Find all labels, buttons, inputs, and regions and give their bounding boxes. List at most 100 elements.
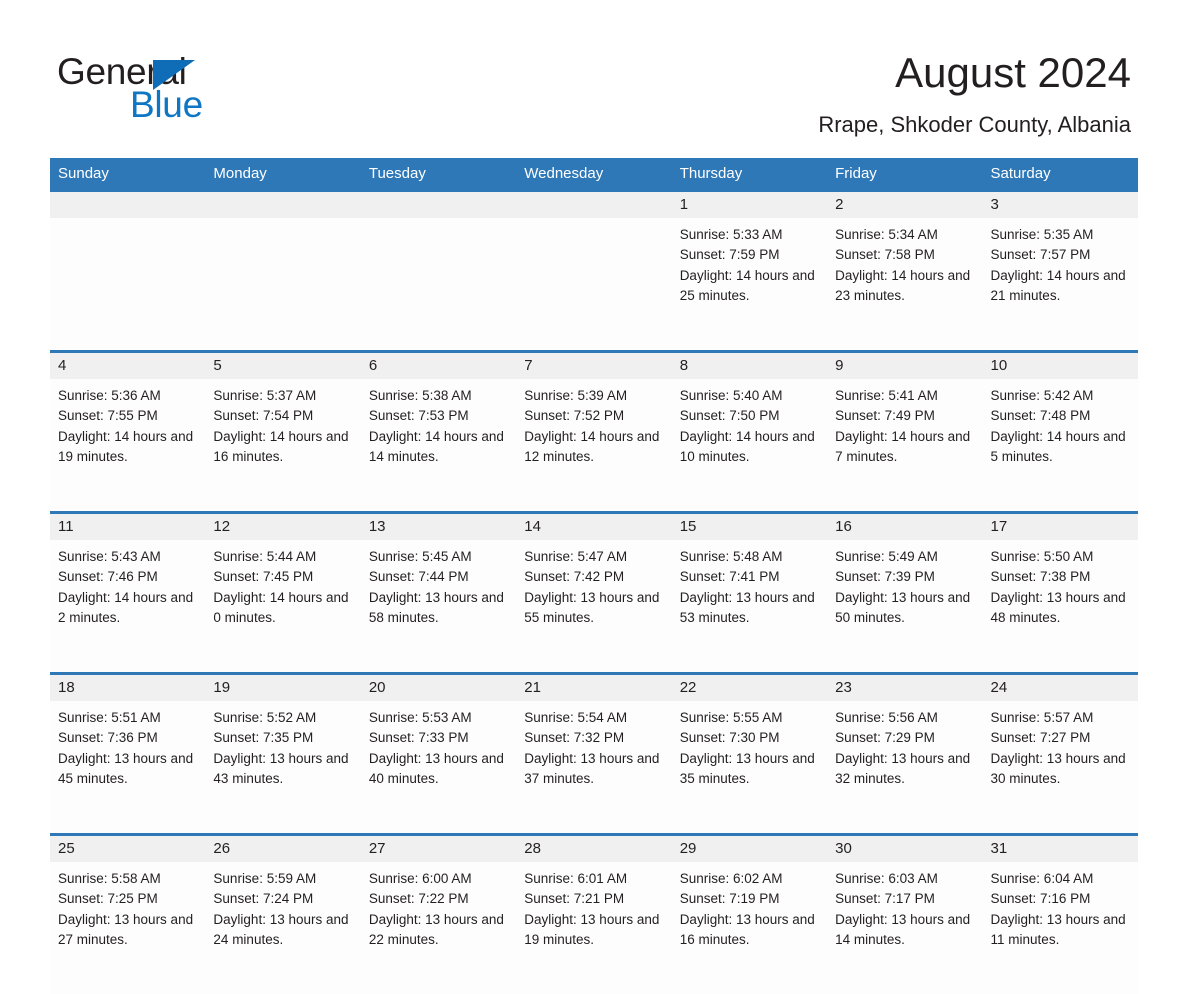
sunset-text: Sunset: 7:35 PM: [213, 730, 314, 746]
day-cell[interactable]: Sunrise: 6:03 AM Sunset: 7:17 PM Dayligh…: [827, 862, 983, 994]
sunset-text: Sunset: 7:32 PM: [524, 730, 625, 746]
day-cell[interactable]: Sunrise: 5:59 AM Sunset: 7:24 PM Dayligh…: [205, 862, 361, 994]
day-cell[interactable]: Sunrise: 5:41 AM Sunset: 7:49 PM Dayligh…: [827, 379, 983, 511]
weekday-header-tuesday: Tuesday: [368, 165, 426, 182]
daylight-text: Daylight: 13 hours and 14 minutes.: [835, 911, 971, 948]
day-cell[interactable]: Sunrise: 5:47 AM Sunset: 7:42 PM Dayligh…: [516, 540, 672, 672]
daylight-text: Daylight: 13 hours and 53 minutes.: [679, 589, 815, 626]
weekday-header-saturday: Saturday: [990, 165, 1051, 182]
day-cell[interactable]: Sunrise: 5:40 AM Sunset: 7:50 PM Dayligh…: [671, 379, 828, 511]
daylight-text: Daylight: 14 hours and 12 minutes.: [524, 428, 660, 465]
calendar-grid: Sunday Monday Tuesday Wednesday Thursday…: [50, 158, 1138, 994]
daylight-text: Daylight: 14 hours and 10 minutes.: [679, 428, 815, 465]
sunset-text: Sunset: 7:44 PM: [368, 569, 469, 585]
weekday-header-wednesday: Wednesday: [524, 165, 604, 182]
day-cell[interactable]: Sunrise: 5:45 AM Sunset: 7:44 PM Dayligh…: [360, 540, 517, 672]
calendar-week-row: 18 19 20 21 22 23 24 Sunrise: 5:51 AM Su…: [50, 672, 1138, 833]
day-number: 20: [368, 679, 386, 696]
sunset-text: Sunset: 7:49 PM: [835, 408, 935, 424]
sunrise-text: Sunrise: 5:36 AM: [58, 388, 161, 403]
day-cell[interactable]: Sunrise: 5:52 AM Sunset: 7:35 PM Dayligh…: [205, 701, 361, 833]
day-cell[interactable]: Sunrise: 5:55 AM Sunset: 7:30 PM Dayligh…: [671, 701, 828, 833]
day-cell[interactable]: Sunrise: 5:53 AM Sunset: 7:33 PM Dayligh…: [360, 701, 517, 833]
week-daynumber-band: 1 2 3: [50, 192, 1138, 218]
day-number: 30: [835, 840, 852, 857]
day-number: 31: [990, 840, 1008, 857]
day-number: 19: [213, 679, 231, 696]
day-cell[interactable]: Sunrise: 5:51 AM Sunset: 7:36 PM Dayligh…: [50, 701, 206, 833]
day-cell[interactable]: Sunrise: 5:56 AM Sunset: 7:29 PM Dayligh…: [827, 701, 983, 833]
sunrise-text: Sunrise: 5:53 AM: [368, 710, 472, 725]
daylight-text: Daylight: 14 hours and 21 minutes.: [990, 267, 1126, 304]
day-cell[interactable]: Sunrise: 5:39 AM Sunset: 7:52 PM Dayligh…: [516, 379, 672, 511]
day-number: 26: [213, 840, 231, 857]
daylight-text: Daylight: 13 hours and 45 minutes.: [58, 750, 194, 787]
day-cell[interactable]: Sunrise: 5:34 AM Sunset: 7:58 PM Dayligh…: [827, 218, 983, 350]
day-number: 3: [990, 196, 999, 213]
day-cell[interactable]: Sunrise: 6:00 AM Sunset: 7:22 PM Dayligh…: [360, 862, 517, 994]
sunrise-text: Sunrise: 5:40 AM: [679, 388, 783, 403]
sunrise-text: Sunrise: 5:41 AM: [835, 388, 938, 403]
day-cell[interactable]: [205, 218, 361, 350]
day-cell[interactable]: Sunrise: 5:42 AM Sunset: 7:48 PM Dayligh…: [982, 379, 1138, 511]
page-masthead: General Blue August 2024 Rrape, Shkoder …: [0, 0, 1188, 158]
sunset-text: Sunset: 7:42 PM: [524, 569, 625, 585]
day-cell[interactable]: Sunrise: 5:57 AM Sunset: 7:27 PM Dayligh…: [982, 701, 1138, 833]
daylight-text: Daylight: 13 hours and 50 minutes.: [835, 589, 971, 626]
sunrise-text: Sunrise: 5:56 AM: [835, 710, 938, 725]
day-cell[interactable]: Sunrise: 6:02 AM Sunset: 7:19 PM Dayligh…: [671, 862, 828, 994]
day-cell[interactable]: Sunrise: 6:01 AM Sunset: 7:21 PM Dayligh…: [516, 862, 672, 994]
day-number: 27: [368, 840, 386, 857]
daylight-text: Daylight: 13 hours and 37 minutes.: [524, 750, 660, 787]
day-number: 4: [58, 357, 67, 374]
day-cell[interactable]: Sunrise: 5:44 AM Sunset: 7:45 PM Dayligh…: [205, 540, 361, 672]
sunset-text: Sunset: 7:19 PM: [679, 891, 780, 907]
daylight-text: Daylight: 13 hours and 30 minutes.: [990, 750, 1126, 787]
day-cell[interactable]: Sunrise: 5:50 AM Sunset: 7:38 PM Dayligh…: [982, 540, 1138, 672]
day-cell[interactable]: Sunrise: 5:33 AM Sunset: 7:59 PM Dayligh…: [671, 218, 828, 350]
day-number: 10: [990, 357, 1008, 374]
sunset-text: Sunset: 7:29 PM: [835, 730, 935, 746]
day-number: 11: [58, 518, 74, 535]
daylight-text: Daylight: 13 hours and 40 minutes.: [368, 750, 504, 787]
daylight-text: Daylight: 13 hours and 22 minutes.: [368, 911, 504, 948]
daylight-text: Daylight: 13 hours and 19 minutes.: [524, 911, 660, 948]
day-cell[interactable]: [50, 218, 206, 350]
logo-text-blue: Blue: [130, 84, 203, 125]
sunset-text: Sunset: 7:38 PM: [990, 569, 1091, 585]
day-cell[interactable]: Sunrise: 5:48 AM Sunset: 7:41 PM Dayligh…: [671, 540, 828, 672]
sunset-text: Sunset: 7:41 PM: [679, 569, 780, 585]
sunset-text: Sunset: 7:58 PM: [835, 247, 935, 263]
day-number: 6: [368, 357, 378, 374]
day-cell[interactable]: Sunrise: 5:43 AM Sunset: 7:46 PM Dayligh…: [50, 540, 206, 672]
sunrise-text: Sunrise: 5:44 AM: [213, 549, 317, 564]
day-cell[interactable]: [360, 218, 517, 350]
daylight-text: Daylight: 14 hours and 19 minutes.: [58, 428, 194, 465]
daylight-text: Daylight: 13 hours and 24 minutes.: [213, 911, 349, 948]
daylight-text: Daylight: 14 hours and 25 minutes.: [679, 267, 815, 304]
sunrise-text: Sunrise: 5:48 AM: [679, 549, 783, 564]
calendar-week-row: 11 12 13 14 15 16 17 Sunrise: 5:43 AM Su…: [50, 511, 1138, 672]
sunrise-text: Sunrise: 5:47 AM: [524, 549, 628, 564]
sunset-text: Sunset: 7:52 PM: [524, 408, 625, 424]
daylight-text: Daylight: 14 hours and 23 minutes.: [835, 267, 971, 304]
day-cell[interactable]: Sunrise: 5:54 AM Sunset: 7:32 PM Dayligh…: [516, 701, 672, 833]
general-blue-logo[interactable]: General Blue: [57, 50, 387, 128]
day-cell[interactable]: Sunrise: 5:49 AM Sunset: 7:39 PM Dayligh…: [827, 540, 983, 672]
day-cell[interactable]: Sunrise: 6:04 AM Sunset: 7:16 PM Dayligh…: [982, 862, 1138, 994]
weekday-header-monday: Monday: [213, 165, 267, 182]
sunset-text: Sunset: 7:21 PM: [524, 891, 625, 907]
sunset-text: Sunset: 7:25 PM: [58, 891, 158, 907]
day-cell[interactable]: [516, 218, 672, 350]
day-cell[interactable]: Sunrise: 5:38 AM Sunset: 7:53 PM Dayligh…: [360, 379, 517, 511]
sunrise-text: Sunrise: 6:00 AM: [368, 871, 472, 886]
day-cell[interactable]: Sunrise: 5:36 AM Sunset: 7:55 PM Dayligh…: [50, 379, 206, 511]
daylight-text: Daylight: 13 hours and 58 minutes.: [368, 589, 504, 626]
sunrise-text: Sunrise: 5:45 AM: [368, 549, 472, 564]
day-cell[interactable]: Sunrise: 5:37 AM Sunset: 7:54 PM Dayligh…: [205, 379, 361, 511]
day-cell[interactable]: Sunrise: 5:35 AM Sunset: 7:57 PM Dayligh…: [982, 218, 1138, 350]
day-number: 29: [679, 840, 697, 857]
day-cell[interactable]: Sunrise: 5:58 AM Sunset: 7:25 PM Dayligh…: [50, 862, 206, 994]
daylight-text: Daylight: 14 hours and 2 minutes.: [58, 589, 194, 626]
sunrise-text: Sunrise: 5:49 AM: [835, 549, 938, 564]
